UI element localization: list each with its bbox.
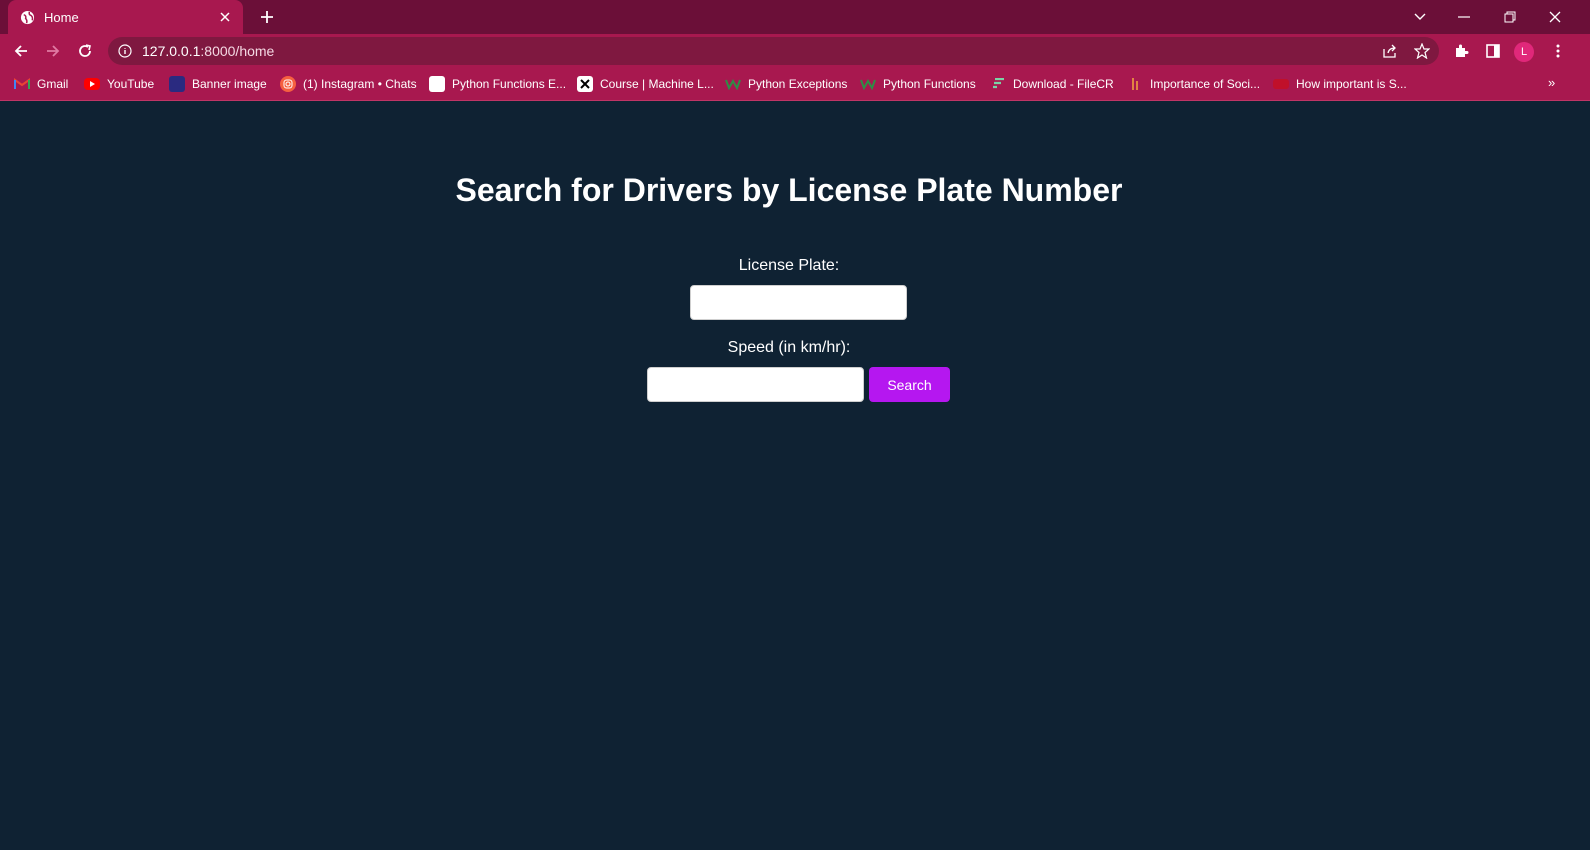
- browser-tab-home[interactable]: Home: [8, 0, 243, 34]
- address-bar[interactable]: 127.0.0.1:8000/home: [108, 37, 1439, 65]
- bookmark-label: How important is S...: [1296, 77, 1407, 91]
- back-icon[interactable]: [8, 38, 34, 64]
- speed-input[interactable]: [647, 367, 864, 402]
- share-icon[interactable]: [1380, 41, 1400, 61]
- new-tab-icon[interactable]: [258, 8, 276, 26]
- bookmark-label: Python Functions E...: [452, 77, 567, 91]
- browser-titlebar: Home: [0, 0, 1590, 34]
- bookmark-label: Course | Machine L...: [600, 77, 714, 91]
- w3-icon: [725, 76, 741, 92]
- minimize-icon[interactable]: [1452, 5, 1476, 29]
- bookmarks-overflow-icon[interactable]: »: [1548, 75, 1555, 90]
- bookmark-banner-image[interactable]: Banner image: [169, 75, 267, 93]
- extensions-icon[interactable]: [1451, 41, 1471, 61]
- red-site-icon: [1273, 79, 1289, 89]
- w3-icon: [860, 76, 876, 92]
- license-plate-label: License Plate:: [738, 257, 840, 274]
- gmail-icon: [14, 76, 30, 92]
- bookmark-python-functions[interactable]: Python Functions: [860, 75, 976, 93]
- tab-title: Home: [44, 9, 79, 25]
- url-host: 127.0.0.1: [142, 43, 201, 59]
- url-path: :8000/home: [200, 43, 275, 59]
- site-info-icon[interactable]: [118, 44, 132, 58]
- address-url: 127.0.0.1:8000/home: [142, 43, 274, 59]
- license-plate-input[interactable]: [690, 285, 907, 320]
- profile-avatar[interactable]: L: [1514, 42, 1534, 62]
- bookmark-label: Python Functions: [883, 77, 976, 91]
- page-content: Search for Drivers by License Plate Numb…: [0, 101, 1590, 850]
- bookmark-star-icon[interactable]: [1412, 41, 1432, 61]
- filecr-icon: [990, 76, 1006, 92]
- side-panel-icon[interactable]: [1483, 41, 1503, 61]
- bookmark-label: Python Exceptions: [748, 77, 848, 91]
- menu-kebab-icon[interactable]: [1548, 41, 1568, 61]
- search-button[interactable]: Search: [869, 367, 950, 402]
- page-title: Search for Drivers by License Plate Numb…: [455, 172, 1123, 208]
- bookmark-label: Download - FileCR: [1013, 77, 1114, 91]
- banner-icon: [169, 76, 185, 92]
- bookmark-python-functions-e[interactable]: Python Functions E...: [429, 75, 566, 93]
- reload-icon[interactable]: [72, 38, 98, 64]
- bookmarks-bar: Gmail YouTube Banner image (1) Instagram…: [0, 68, 1590, 101]
- youtube-icon: [84, 78, 100, 90]
- close-tab-icon[interactable]: [217, 9, 233, 25]
- speed-label: Speed (in km/hr):: [727, 339, 851, 356]
- restore-icon[interactable]: [1498, 5, 1522, 29]
- bookmark-gmail[interactable]: Gmail: [14, 75, 68, 93]
- bar-icon: [1127, 76, 1143, 92]
- bookmark-youtube[interactable]: YouTube: [84, 75, 154, 93]
- bookmark-label: Banner image: [192, 77, 267, 91]
- bookmark-python-exceptions[interactable]: Python Exceptions: [725, 75, 847, 93]
- bookmark-how-important-is-s[interactable]: How important is S...: [1273, 75, 1407, 93]
- python-functions-icon: [429, 76, 445, 92]
- tab-search-chevron-icon[interactable]: [1408, 5, 1432, 29]
- bookmark-course-machine-l[interactable]: Course | Machine L...: [577, 75, 714, 93]
- browser-toolbar: 127.0.0.1:8000/home L: [0, 34, 1590, 68]
- bookmark-download-filecr[interactable]: Download - FileCR: [990, 75, 1114, 93]
- forward-icon[interactable]: [40, 38, 66, 64]
- x-icon: [577, 76, 593, 92]
- close-window-icon[interactable]: [1543, 5, 1567, 29]
- bookmark-importance-of-soci[interactable]: Importance of Soci...: [1127, 75, 1260, 93]
- bookmark-label: Importance of Soci...: [1150, 77, 1261, 91]
- bookmark-label: Gmail: [37, 77, 69, 91]
- instagram-icon: [280, 76, 296, 92]
- bookmark-label: YouTube: [107, 77, 155, 91]
- bookmark-label: (1) Instagram • Chats: [303, 77, 417, 91]
- globe-icon: [20, 10, 35, 25]
- bookmark-instagram[interactable]: (1) Instagram • Chats: [280, 75, 417, 93]
